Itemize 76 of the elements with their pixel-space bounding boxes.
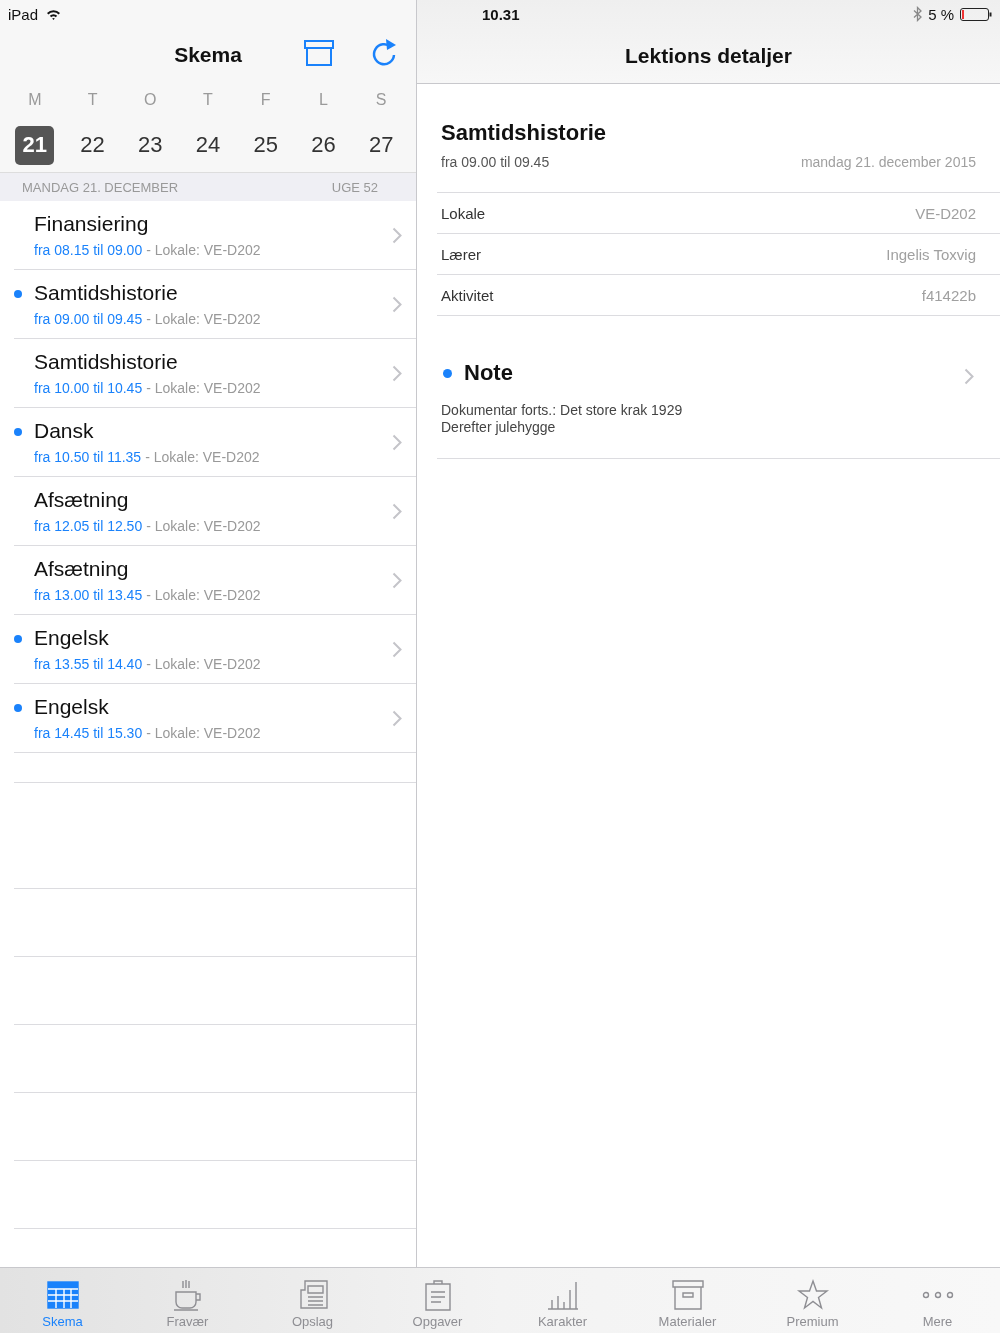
day-button[interactable]: 27	[361, 125, 401, 165]
lesson-title[interactable]: Dansk	[34, 419, 392, 443]
lesson-time: fra 10.50 til 11.35	[34, 449, 142, 465]
chevron-icon	[964, 368, 974, 385]
clock-time: 10.31	[482, 5, 520, 23]
table-icon	[45, 1278, 80, 1312]
more-icon	[920, 1291, 955, 1299]
lesson-time: fra 09.00 til 09.45	[34, 311, 143, 327]
lesson-title: Samtidshistorie	[441, 120, 608, 146]
lesson-time: fra 14.45 til 15.30	[34, 725, 143, 741]
chevron-icon	[392, 502, 402, 520]
chevron-icon	[392, 571, 402, 589]
date-header: MANDAG 21. DECEMBER	[22, 179, 179, 195]
weekday-label: F	[260, 91, 271, 109]
weekday-label: T	[203, 91, 213, 109]
screen-title: Skema	[174, 43, 242, 67]
chevron-icon	[392, 640, 402, 658]
lesson-title[interactable]: Afsætning	[34, 488, 392, 512]
lesson-time: fra 10.00 til 10.45	[34, 380, 143, 396]
lesson-room: - Lokale: VE-D202	[146, 587, 261, 603]
lesson-title[interactable]: Engelsk	[34, 626, 392, 650]
chevron-icon	[392, 295, 402, 313]
battery-percent: 5 %	[928, 5, 954, 23]
day-button[interactable]: 25	[246, 125, 286, 165]
lesson-title[interactable]: Engelsk	[34, 695, 392, 719]
field-value: f41422b	[921, 286, 976, 304]
lesson-room: - Lokale: VE-D202	[146, 311, 261, 327]
bluetooth-icon	[913, 6, 923, 22]
week-number: UGE 52	[331, 179, 378, 195]
day-button[interactable]: 24	[188, 125, 228, 165]
lesson-title[interactable]: Samtidshistorie	[34, 281, 392, 305]
lesson-room: - Lokale: VE-D202	[146, 518, 261, 534]
lesson-room: - Lokale: VE-D202	[146, 656, 261, 672]
lesson-time: fra 13.00 til 13.45	[34, 587, 143, 603]
field-label: Aktivitet	[441, 286, 494, 304]
field-value: Ingelis Toxvig	[886, 245, 976, 263]
screen-title: Lektions detaljer	[625, 43, 792, 68]
lesson-room: - Lokale: VE-D202	[146, 380, 261, 396]
wifi-icon	[46, 8, 62, 20]
weekday-label: O	[144, 91, 157, 109]
note-title[interactable]: Note	[464, 360, 513, 386]
lesson-date: mandag 21. december 2015	[800, 154, 976, 170]
weekday-label: S	[375, 91, 387, 109]
note-text: Dokumentar forts.: Det store krak 1929	[441, 402, 684, 419]
weekday-label: T	[87, 91, 98, 109]
lesson-room: - Lokale: VE-D202	[146, 725, 261, 741]
field-value: VE-D202	[915, 204, 976, 222]
lesson-room: - Lokale: VE-D202	[146, 242, 261, 258]
field-label: Lærer	[441, 245, 481, 263]
chevron-icon	[392, 709, 402, 727]
chevron-icon	[392, 226, 402, 244]
note-text: Derefter julehygge	[441, 419, 557, 436]
day-button[interactable]: 23	[130, 125, 170, 165]
note-dot	[443, 368, 452, 378]
lesson-title[interactable]: Finansiering	[34, 212, 392, 236]
lesson-time: fra 13.55 til 14.40	[34, 656, 143, 672]
chevron-icon	[392, 433, 402, 451]
lesson-title[interactable]: Afsætning	[34, 557, 392, 581]
day-button[interactable]: 22	[73, 125, 113, 165]
day-button[interactable]: 26	[303, 125, 343, 165]
chevron-icon	[392, 364, 402, 382]
lesson-title[interactable]: Samtidshistorie	[34, 350, 392, 374]
device-name: iPad	[8, 5, 39, 23]
lesson-time: fra 08.15 til 09.00	[34, 242, 143, 258]
archive-icon[interactable]	[304, 40, 334, 66]
lesson-room: - Lokale: VE-D202	[145, 449, 260, 465]
archive-icon	[670, 1278, 705, 1312]
weekday-label: M	[28, 91, 42, 109]
refresh-icon[interactable]	[370, 38, 398, 68]
star-icon	[795, 1278, 830, 1312]
weekday-label: L	[318, 91, 328, 109]
day-button[interactable]: 21	[15, 125, 55, 165]
field-label: Lokale	[441, 204, 486, 222]
battery-icon	[960, 7, 992, 21]
lesson-time: fra 12.05 til 12.50	[34, 518, 143, 534]
lesson-time: fra 09.00 til 09.45	[441, 154, 550, 170]
